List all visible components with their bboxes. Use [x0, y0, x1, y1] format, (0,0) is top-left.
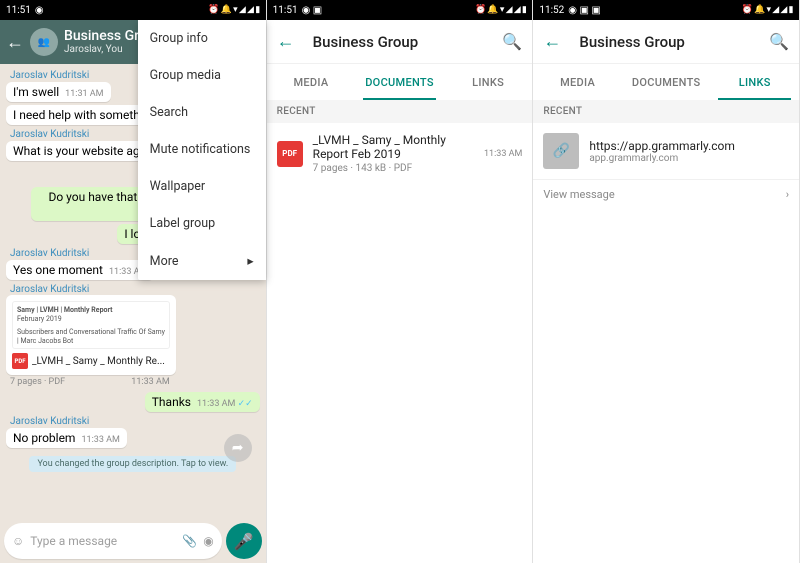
pdf-icon: PDF	[12, 353, 28, 369]
tabs: MEDIA DOCUMENTS LINKS	[267, 64, 533, 100]
tab-documents[interactable]: DOCUMENTS	[355, 64, 444, 100]
back-icon[interactable]: ←	[6, 32, 24, 53]
group-avatar[interactable]: 👥	[30, 28, 58, 56]
media-header: ← Business Group 🔍	[533, 20, 799, 64]
emoji-icon[interactable]: ☺	[12, 534, 24, 548]
msg-sender: Jaroslav Kudritski	[10, 284, 260, 295]
msg-in[interactable]: Yes one moment11:33 AM	[6, 260, 154, 280]
link-domain: app.grammarly.com	[589, 153, 735, 164]
tab-media[interactable]: MEDIA	[267, 64, 356, 100]
msg-in[interactable]: I'm swell11:31 AM	[6, 82, 111, 102]
system-message[interactable]: You changed the group description. Tap t…	[6, 456, 260, 472]
tab-links[interactable]: LINKS	[710, 64, 799, 100]
menu-search[interactable]: Search	[138, 94, 266, 131]
document-time: 11:33 AM	[484, 149, 522, 159]
menu-more[interactable]: More▸	[138, 242, 266, 280]
menu-mute[interactable]: Mute notifications	[138, 131, 266, 168]
tabs: MEDIA DOCUMENTS LINKS	[533, 64, 799, 100]
forward-icon[interactable]: ➦	[224, 434, 252, 462]
status-icons: ⏰ 🔔 ▾ ◢ ◢ ▮	[208, 5, 259, 15]
menu-wallpaper[interactable]: Wallpaper	[138, 168, 266, 205]
status-time: 11:51	[6, 5, 31, 16]
status-bar: 11:51 ◉ ⏰ 🔔 ▾ ◢ ◢ ▮	[0, 0, 266, 20]
phone-chat: 11:51◉ ⏰ 🔔 ▾ ◢ ◢ ▮ ← 👥 Business Group Ja…	[0, 0, 267, 563]
status-notif-icon: ◉	[35, 5, 44, 16]
back-icon[interactable]: ←	[543, 31, 561, 52]
msg-in[interactable]: No problem11:33 AM	[6, 428, 127, 448]
message-input[interactable]: ☺ Type a message 📎 ◉	[4, 523, 222, 559]
chevron-right-icon: ›	[786, 188, 789, 201]
link-icon: 🔗	[543, 133, 579, 169]
input-placeholder: Type a message	[30, 534, 176, 548]
page-title: Business Group	[579, 33, 751, 51]
document-message[interactable]: Samy | LVMH | Monthly Report February 20…	[6, 295, 176, 375]
section-header: RECENT	[533, 100, 799, 123]
status-bar: 11:51 ◉ ▣ ⏰ 🔔 ▾ ◢ ◢ ▮	[267, 0, 533, 20]
status-time: 11:51	[273, 5, 298, 16]
msg-out[interactable]: Thanks11:33 AM ✓✓	[145, 392, 260, 412]
back-icon[interactable]: ←	[277, 31, 295, 52]
view-message-button[interactable]: View message ›	[533, 179, 799, 209]
status-time: 11:52	[539, 5, 564, 16]
search-icon[interactable]: 🔍	[769, 32, 789, 51]
pdf-icon: PDF	[277, 141, 303, 167]
document-name: _LVMH _ Samy _ Monthly Report Feb 2019	[313, 133, 474, 161]
link-title: https://app.grammarly.com	[589, 139, 735, 153]
menu-group-info[interactable]: Group info	[138, 20, 266, 57]
menu-label-group[interactable]: Label group	[138, 205, 266, 242]
camera-icon[interactable]: ◉	[203, 534, 213, 548]
link-item[interactable]: 🔗 https://app.grammarly.com app.grammarl…	[533, 123, 799, 179]
overflow-menu: Group info Group media Search Mute notif…	[138, 20, 266, 280]
status-notif-icon: ◉ ▣	[302, 5, 323, 16]
tab-documents[interactable]: DOCUMENTS	[622, 64, 711, 100]
chevron-right-icon: ▸	[247, 253, 253, 269]
tab-media[interactable]: MEDIA	[533, 64, 622, 100]
input-bar: ☺ Type a message 📎 ◉ 🎤	[4, 523, 262, 559]
phone-documents: 11:51◉ ▣ ⏰ 🔔 ▾ ◢ ◢ ▮ ← Business Group 🔍 …	[267, 0, 534, 563]
phone-links: 11:52 ◉ ▣ ▣ ⏰ 🔔 ▾ ◢ ◢ ▮ ← Business Group …	[533, 0, 800, 563]
mic-button[interactable]: 🎤	[226, 523, 262, 559]
section-header: RECENT	[267, 100, 533, 123]
msg-sender: Jaroslav Kudritski	[10, 416, 260, 427]
menu-group-media[interactable]: Group media	[138, 57, 266, 94]
status-bar: 11:52 ◉ ▣ ▣ ⏰ 🔔 ▾ ◢ ◢ ▮	[533, 0, 799, 20]
search-icon[interactable]: 🔍	[502, 32, 522, 51]
attach-icon[interactable]: 📎	[182, 534, 197, 548]
links-list[interactable]: 🔗 https://app.grammarly.com app.grammarl…	[533, 123, 799, 563]
document-item[interactable]: PDF _LVMH _ Samy _ Monthly Report Feb 20…	[267, 123, 533, 184]
page-title: Business Group	[313, 33, 485, 51]
media-header: ← Business Group 🔍	[267, 20, 533, 64]
tab-links[interactable]: LINKS	[444, 64, 533, 100]
status-notif-icon: ◉ ▣ ▣	[568, 5, 601, 16]
status-icons: ⏰ 🔔 ▾ ◢ ◢ ▮	[742, 5, 793, 15]
read-tick-icon: ✓✓	[238, 399, 253, 409]
status-icons: ⏰ 🔔 ▾ ◢ ◢ ▮	[475, 5, 526, 15]
documents-list[interactable]: PDF _LVMH _ Samy _ Monthly Report Feb 20…	[267, 123, 533, 563]
document-meta: 7 pages · 143 kB · PDF	[313, 163, 474, 174]
document-name: _LVMH _ Samy _ Monthly Re...	[32, 356, 165, 367]
document-preview: Samy | LVMH | Monthly Report February 20…	[12, 301, 170, 349]
